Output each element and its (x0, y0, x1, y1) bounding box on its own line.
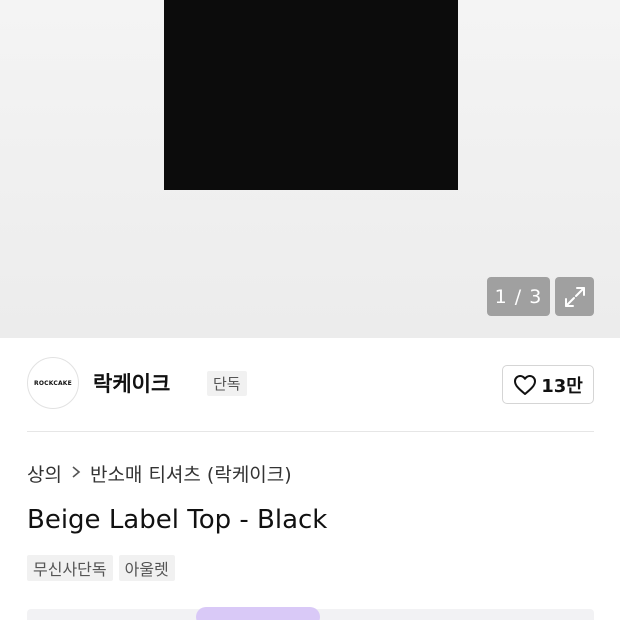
chevron-right-icon (71, 464, 81, 484)
brand-name-link[interactable]: 락케이크 (93, 368, 170, 398)
heart-outline-icon (514, 374, 537, 395)
like-button[interactable]: 13만 (502, 365, 594, 404)
breadcrumb-subcategory[interactable]: 반소매 티셔츠 (락케이크) (90, 460, 292, 487)
product-tags: 무신사단독 아울렛 (27, 555, 175, 581)
brand-logo-text: ROCKCAKE (34, 379, 72, 387)
exclusive-badge: 단독 (207, 371, 247, 396)
tag-outlet[interactable]: 아울렛 (118, 555, 175, 581)
brand-row: ROCKCAKE 락케이크 단독 13만 (27, 357, 594, 411)
like-count: 13만 (541, 375, 583, 397)
expand-image-button[interactable] (555, 277, 594, 316)
breadcrumb-category[interactable]: 상의 (27, 460, 62, 487)
product-image-black-shirt (164, 0, 458, 190)
product-title: Beige Label Top - Black (27, 505, 328, 535)
brand-logo[interactable]: ROCKCAKE (27, 357, 79, 409)
breadcrumb: 상의 반소매 티셔츠 (락케이크) (27, 460, 292, 487)
tag-musinsa-exclusive[interactable]: 무신사단독 (27, 555, 113, 581)
image-counter: 1 / 3 (487, 277, 550, 316)
divider (27, 431, 594, 432)
promo-pill (196, 607, 320, 620)
product-image-gallery[interactable]: 1 / 3 (0, 0, 620, 338)
expand-arrows-icon (564, 286, 585, 307)
